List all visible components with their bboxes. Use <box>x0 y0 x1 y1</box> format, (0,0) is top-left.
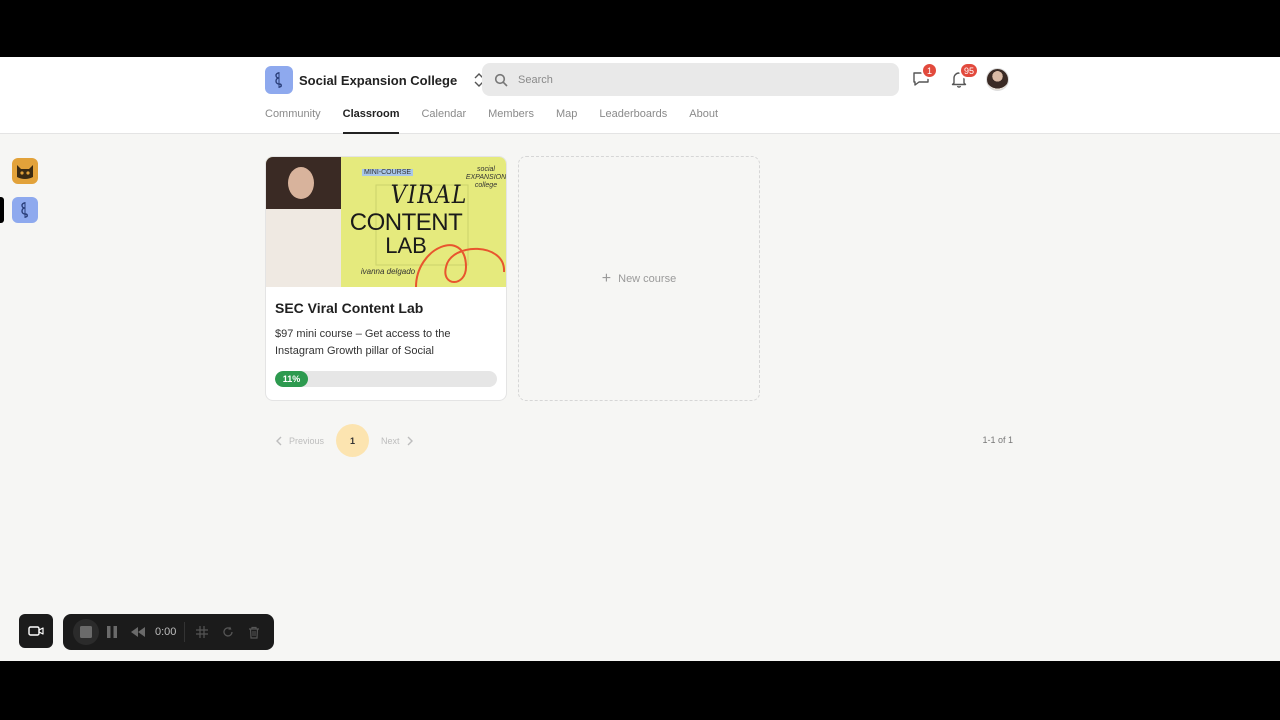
pagination: Previous 1 Next <box>275 424 414 457</box>
notifications-badge: 95 <box>959 62 980 79</box>
tab-about[interactable]: About <box>689 100 718 134</box>
recording-toolbar: 0:00 <box>63 614 274 650</box>
search-icon <box>494 73 508 87</box>
tab-leaderboards[interactable]: Leaderboards <box>599 100 667 134</box>
course-progress-fill: 11% <box>275 371 308 387</box>
camera-toggle-button[interactable] <box>19 614 53 648</box>
rewind-button[interactable] <box>125 619 151 645</box>
chat-badge: 1 <box>921 62 938 79</box>
page-1-button[interactable]: 1 <box>336 424 370 457</box>
tab-classroom[interactable]: Classroom <box>342 100 399 134</box>
toolbar-divider <box>184 622 186 642</box>
tab-calendar[interactable]: Calendar <box>421 100 466 134</box>
notifications-button[interactable]: 95 <box>949 62 980 89</box>
next-page-button[interactable]: Next <box>381 436 414 446</box>
course-progress-bar: 11% <box>275 371 497 387</box>
community-logo-icon <box>265 66 293 94</box>
course-card-body: SEC Viral Content Lab $97 mini course – … <box>266 287 506 387</box>
search-bar[interactable] <box>482 63 899 96</box>
video-camera-icon <box>28 626 44 636</box>
pause-icon <box>107 626 117 638</box>
search-input[interactable] <box>518 73 878 86</box>
delete-button[interactable] <box>241 619 267 645</box>
rewind-icon <box>131 627 145 637</box>
previous-page-button[interactable]: Previous <box>275 436 324 446</box>
community-brand[interactable]: Social Expansion College <box>265 66 487 94</box>
previous-label: Previous <box>289 435 325 446</box>
stop-icon <box>80 626 92 638</box>
course-description: $97 mini course – Get access to the Inst… <box>275 328 451 357</box>
thumbnail-signature: ivanna delgado <box>360 267 416 276</box>
thumbnail-side-text: social EXPANSION college <box>465 166 507 189</box>
course-progress-label: 11% <box>282 374 301 384</box>
pagination-count: 1-1 of 1 <box>982 435 1013 445</box>
grid-icon <box>196 626 209 638</box>
thumbnail-tag: MINI-COURSE <box>362 169 414 176</box>
recording-time: 0:00 <box>155 626 177 638</box>
rail-active-indicator <box>0 197 4 223</box>
app-viewport: Social Expansion College 1 95 Community … <box>0 57 1280 661</box>
next-label: Next <box>381 435 400 446</box>
pause-button[interactable] <box>99 619 125 645</box>
tab-community[interactable]: Community <box>265 100 321 134</box>
course-card[interactable]: MINI-COURSE VIRAL CONTENT LAB social EXP… <box>265 156 507 401</box>
nav-tabs: Community Classroom Calendar Members Map… <box>265 100 740 134</box>
grid-button[interactable] <box>189 619 215 645</box>
course-thumbnail: MINI-COURSE VIRAL CONTENT LAB social EXP… <box>266 157 507 287</box>
chat-button[interactable]: 1 <box>911 62 938 89</box>
community-name: Social Expansion College <box>299 72 458 88</box>
chevron-right-icon <box>407 436 413 445</box>
new-course-label: New course <box>618 272 677 285</box>
new-course-button[interactable]: + New course <box>518 156 760 401</box>
community-switcher-sec-icon[interactable] <box>12 197 38 223</box>
plus-icon: + <box>601 269 612 287</box>
trash-icon <box>249 626 260 639</box>
chevron-left-icon <box>276 436 282 445</box>
tab-members[interactable]: Members <box>488 100 534 134</box>
stop-recording-button[interactable] <box>73 619 99 645</box>
user-avatar[interactable] <box>986 68 1009 91</box>
community-switcher-cat-icon[interactable] <box>12 158 38 184</box>
top-header: Social Expansion College 1 95 Community … <box>0 57 1280 134</box>
restart-icon <box>223 626 234 637</box>
course-title: SEC Viral Content Lab <box>275 300 424 316</box>
thumbnail-title-line3: LAB <box>385 233 427 258</box>
restart-button[interactable] <box>215 619 241 645</box>
tab-map[interactable]: Map <box>556 100 577 134</box>
